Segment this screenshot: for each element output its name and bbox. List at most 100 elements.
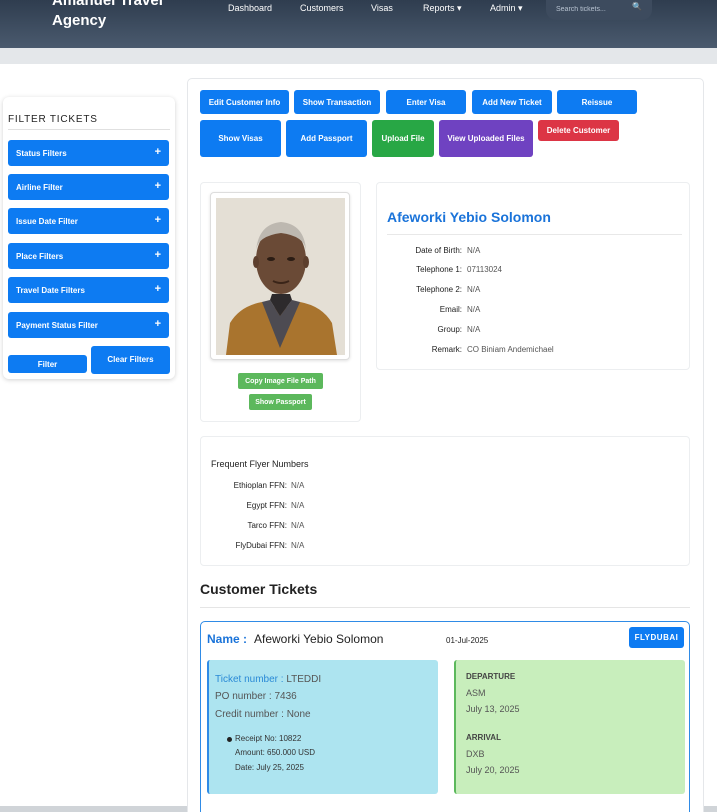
nav-dashboard[interactable]: Dashboard [228,3,272,13]
ffn-label: Egypt FFN: [246,501,287,510]
payment-status-filter-toggle[interactable]: Payment Status Filter + [8,312,169,338]
ticket-passenger-name: Afeworki Yebio Solomon [254,632,384,646]
arrival-place: DXB [466,749,485,759]
credit-number-line: Credit number : None [215,709,311,720]
info-row-telephone-2: Telephone 2: N/A [377,285,691,297]
arrival-label: ARRIVAL [466,733,501,742]
departure-place: ASM [466,688,486,698]
filter-button[interactable]: Filter [8,355,87,373]
filter-label: Place Filters [16,252,64,261]
ticket-number-value: LTEDDI [286,674,322,685]
nav-customers[interactable]: Customers [300,3,344,13]
nav-visas[interactable]: Visas [371,3,393,13]
filter-label: Travel Date Filters [16,286,85,295]
ticket-details-box: Ticket number : LTEDDI PO number : 7436 … [207,660,438,794]
info-row-group: Group: N/A [377,325,691,337]
show-passport-button[interactable]: Show Passport [249,394,312,410]
info-row-remark: Remark: CO Biniam Andemichael [377,345,691,357]
customer-name: Afeworki Yebio Solomon [387,209,551,225]
filter-label: Issue Date Filter [16,217,78,226]
receipt-amount: Amount: 650.000 USD [235,748,316,757]
add-passport-button[interactable]: Add Passport [286,120,367,157]
info-value: N/A [467,285,481,294]
frequent-flyer-card: Frequent Flyer Numbers Ethioplan FFN: N/A… [200,436,690,566]
nav-admin[interactable]: Admin ▾ [490,3,523,14]
filter-label: Status Filters [16,149,67,158]
po-number-label: PO number : [215,691,272,702]
info-value: 07113024 [467,265,502,274]
search-icon[interactable]: 🔍 [632,2,642,11]
reissue-button[interactable]: Reissue [557,90,637,114]
customer-info-card: Afeworki Yebio Solomon Date of Birth: N/A… [376,182,690,370]
ffn-label: Ethioplan FFN: [233,481,287,490]
plus-icon: + [154,180,161,192]
sidebar-divider [8,129,170,130]
ffn-row-egypt: Egypt FFN: N/A [201,501,401,513]
ffn-title: Frequent Flyer Numbers [211,459,309,469]
departure-date: July 13, 2025 [466,704,520,714]
airline-badge[interactable]: FLYDUBAI [629,627,684,648]
flight-details-box: DEPARTURE ASM July 13, 2025 ARRIVAL DXB … [454,660,685,794]
section-divider [200,607,690,608]
search-input[interactable] [556,2,636,16]
sidebar-title: FILTER TICKETS [8,114,98,125]
ticket-card: Name : Afeworki Yebio Solomon 01-Jul-202… [200,621,690,812]
info-divider [387,234,682,235]
status-filters-toggle[interactable]: Status Filters + [8,140,169,166]
ffn-value: N/A [291,501,305,510]
po-number-line: PO number : 7436 [215,691,297,702]
show-transaction-button[interactable]: Show Transaction [294,90,380,114]
departure-label: DEPARTURE [466,672,516,681]
show-visas-button[interactable]: Show Visas [200,120,281,157]
info-row-email: Email: N/A [377,305,691,317]
clear-filters-button[interactable]: Clear Filters [91,346,170,374]
ffn-value: N/A [291,541,305,550]
credit-number-value: None [286,709,311,720]
ffn-row-ethiopian: Ethioplan FFN: N/A [201,481,401,493]
nav-reports[interactable]: Reports ▾ [423,3,462,14]
add-ticket-button[interactable]: Add New Ticket [472,90,552,114]
info-label: Group: [437,325,462,334]
receipt-number: Receipt No: 10822 [235,734,302,743]
brand-logo[interactable]: Amanuel Travel Agency [52,0,163,31]
plus-icon: + [154,318,161,330]
info-label: Telephone 1: [416,265,462,274]
ticket-number-label: Ticket number : [215,674,284,685]
filter-label: Payment Status Filter [16,321,98,330]
info-label: Telephone 2: [416,285,462,294]
top-navbar: Amanuel Travel Agency Dashboard Customer… [0,0,717,48]
search-box: 🔍 [546,0,652,20]
plus-icon: + [154,214,161,226]
filter-sidebar: FILTER TICKETS Status Filters + Airline F… [3,97,175,379]
header-gap [0,48,717,64]
info-value: N/A [467,305,481,314]
place-filters-toggle[interactable]: Place Filters + [8,243,169,269]
bullet-icon [227,737,232,742]
issue-date-filter-toggle[interactable]: Issue Date Filter + [8,208,169,234]
copy-image-path-button[interactable]: Copy Image File Path [238,373,323,389]
filter-label: Airline Filter [16,183,63,192]
customer-photo [216,198,345,355]
delete-customer-button[interactable]: Delete Customer [538,120,619,141]
customer-photo-frame [210,192,350,360]
arrival-date: July 20, 2025 [466,765,520,775]
enter-visa-button[interactable]: Enter Visa [386,90,466,114]
credit-number-label: Credit number : [215,709,284,720]
info-label: Date of Birth: [415,246,462,255]
ticket-name-label: Name : [207,632,248,646]
edit-customer-button[interactable]: Edit Customer Info [200,90,289,114]
info-label: Remark: [431,345,462,354]
po-number-value: 7436 [274,691,297,702]
info-label: Email: [439,305,462,314]
upload-file-button[interactable]: Upload File [372,120,434,157]
view-uploaded-files-button[interactable]: View Uploaded Files [439,120,533,157]
airline-filter-toggle[interactable]: Airline Filter + [8,174,169,200]
ffn-label: FlyDubai FFN: [235,541,287,550]
ticket-date: 01-Jul-2025 [446,636,489,645]
ffn-value: N/A [291,481,305,490]
travel-date-filters-toggle[interactable]: Travel Date Filters + [8,277,169,303]
info-row-dob: Date of Birth: N/A [377,246,691,258]
ffn-value: N/A [291,521,305,530]
ffn-row-tarco: Tarco FFN: N/A [201,521,401,533]
info-row-telephone-1: Telephone 1: 07113024 [377,265,691,277]
